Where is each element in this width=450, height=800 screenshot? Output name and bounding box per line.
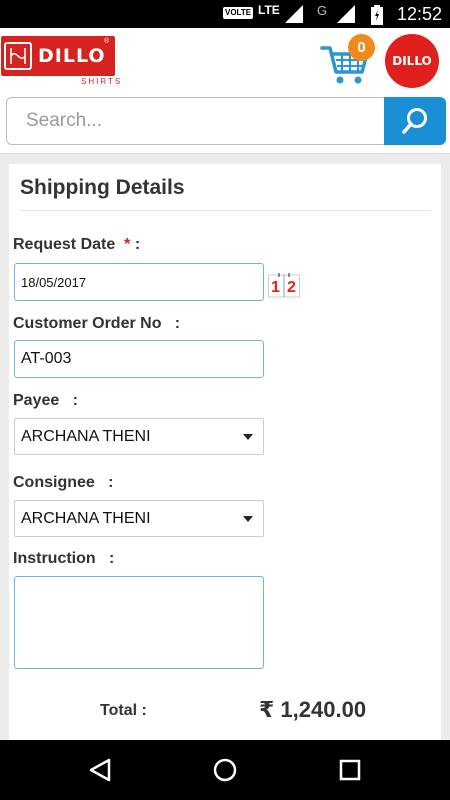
back-icon — [89, 758, 111, 782]
brand-logo[interactable]: DILLO ® SHIRTS — [1, 36, 120, 86]
logo-emblem-icon — [4, 42, 32, 70]
recents-icon — [339, 759, 361, 781]
svg-text:1: 1 — [271, 279, 280, 296]
g-network-indicator: G — [317, 3, 328, 18]
payee-value: ARCHANA THENI — [21, 428, 151, 445]
registered-mark: ® — [104, 38, 110, 45]
chevron-down-icon — [243, 434, 253, 440]
calendar-icon[interactable]: 1 2 — [268, 272, 300, 298]
instruction-label: Instruction : — [13, 550, 115, 567]
consignee-select[interactable]: ARCHANA THENI — [14, 500, 264, 537]
page-title: Shipping Details — [20, 176, 185, 199]
battery-icon — [371, 5, 383, 25]
cart-count-badge: 0 — [348, 34, 375, 61]
search-icon — [402, 108, 427, 134]
request-date-label: Request Date * : — [13, 236, 140, 254]
system-nav-bar — [0, 740, 450, 800]
volte-indicator: VOLTE — [223, 7, 254, 19]
clock: 12:52 — [397, 4, 443, 24]
chevron-down-icon — [243, 516, 253, 522]
payee-select[interactable]: ARCHANA THENI — [14, 418, 264, 455]
search-bar — [0, 96, 450, 154]
request-date-colon: : — [134, 236, 141, 253]
search-button[interactable] — [384, 97, 446, 145]
home-button[interactable] — [210, 755, 240, 785]
consignee-value: ARCHANA THENI — [21, 510, 151, 527]
consignee-label: Consignee : — [13, 474, 114, 491]
customer-order-label: Customer Order No : — [13, 315, 181, 332]
lte-indicator: LTE — [258, 3, 280, 17]
svg-text:2: 2 — [287, 279, 296, 296]
request-date-field[interactable] — [14, 263, 264, 301]
back-button[interactable] — [85, 755, 115, 785]
required-mark: * — [124, 236, 131, 253]
signal-icon — [285, 5, 303, 23]
logo-text: DILLO — [38, 45, 106, 67]
status-bar: VOLTE LTE G 12:52 — [0, 0, 450, 28]
recents-button[interactable] — [335, 755, 365, 785]
search-input[interactable] — [6, 97, 386, 145]
payee-label: Payee : — [13, 392, 78, 409]
request-date-label-text: Request Date — [13, 236, 116, 253]
avatar[interactable]: DILLO — [385, 34, 439, 88]
customer-order-field[interactable] — [14, 340, 264, 378]
signal-icon-2 — [337, 5, 355, 23]
total-value: ₹ 1,240.00 — [259, 697, 367, 722]
logo-box: DILLO ® — [1, 36, 115, 76]
total-label: Total : — [100, 702, 147, 719]
instruction-field[interactable] — [14, 576, 264, 669]
app-header: DILLO ® SHIRTS 0 DILLO — [0, 28, 450, 96]
shipping-details-card: Shipping Details Request Date * : 1 2 Cu… — [9, 164, 441, 744]
divider — [20, 210, 430, 211]
home-icon — [213, 758, 237, 782]
logo-subtitle: SHIRTS — [81, 77, 123, 86]
